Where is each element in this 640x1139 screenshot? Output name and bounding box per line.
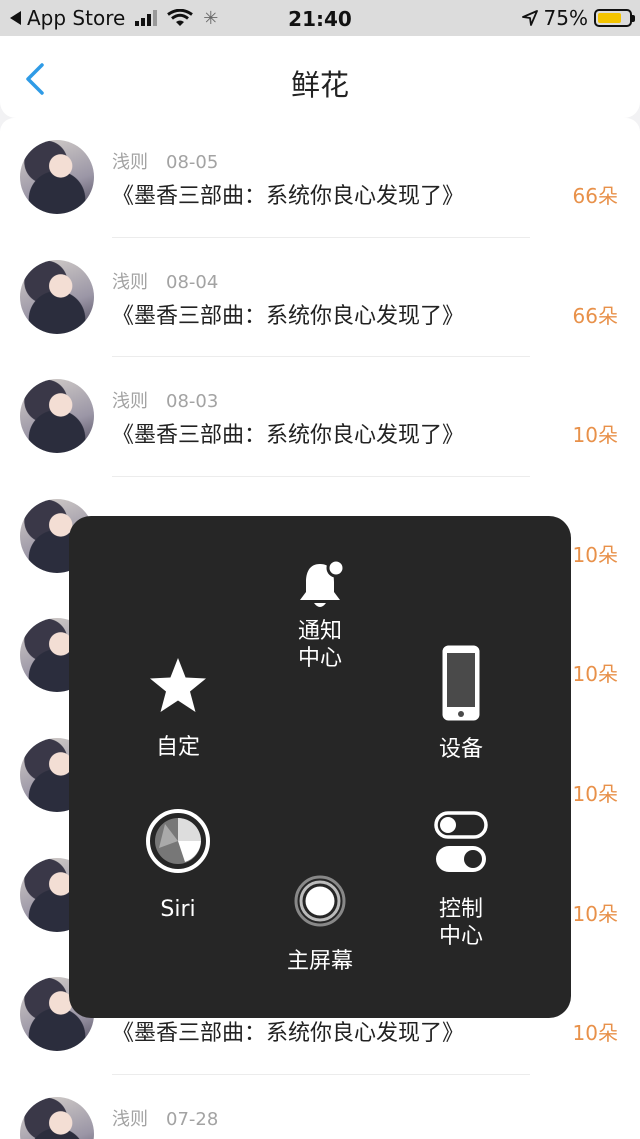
item-user: 浅则 — [112, 152, 148, 173]
item-amount: 66朵 — [572, 303, 618, 328]
siri-icon — [146, 809, 210, 873]
battery-level-fill — [598, 13, 621, 23]
siri-button[interactable]: Siri — [123, 808, 233, 923]
status-bar: App Store ✳ 21:40 75% — [0, 0, 640, 36]
item-title: 《墨香三部曲：系统你良心发现了》 — [112, 303, 465, 329]
avatar[interactable] — [20, 140, 94, 214]
list-item[interactable]: 浅则 08-05 《墨香三部曲：系统你良心发现了》 66朵 — [0, 118, 640, 238]
item-meta: 浅则 08-03 — [112, 387, 218, 413]
star-icon — [150, 658, 206, 712]
battery-percent: 75% — [543, 6, 588, 30]
notification-center-button[interactable]: 通知 中心 — [265, 556, 375, 672]
item-amount: 10朵 — [572, 1021, 618, 1046]
item-title: 《墨香三部曲：系统你良心发现了》 — [112, 423, 465, 449]
phone-device-icon — [442, 645, 480, 721]
item-user: 浅则 — [112, 1108, 148, 1130]
home-button[interactable]: 主屏幕 — [265, 874, 375, 975]
notification-center-label: 通知 中心 — [297, 619, 342, 671]
item-amount: 10朵 — [572, 662, 618, 687]
avatar[interactable] — [20, 259, 94, 334]
assistive-touch-menu: 通知 中心 自定 设备 Siri 控制 中心 主屏幕 — [69, 516, 571, 1018]
item-date: 07-28 — [166, 1108, 219, 1130]
siri-label: Siri — [160, 897, 196, 922]
device-button[interactable]: 设备 — [406, 644, 516, 763]
device-label: 设备 — [438, 737, 483, 762]
item-title: 《墨香三部曲：系统你良心发现了》 — [112, 1021, 465, 1047]
item-date: 08-03 — [166, 391, 219, 413]
item-meta: 浅则 08-05 — [112, 148, 218, 174]
item-amount: 10朵 — [572, 901, 618, 926]
item-user: 浅则 — [112, 271, 148, 293]
list-item[interactable]: 浅则 08-04 《墨香三部曲：系统你良心发现了》 66朵 — [0, 238, 640, 358]
item-title: 《墨香三部曲：系统你良心发现了》 — [112, 184, 465, 209]
bell-icon — [300, 558, 346, 607]
battery-icon — [594, 9, 635, 27]
item-amount: 10朵 — [572, 542, 618, 567]
item-amount: 10朵 — [572, 423, 618, 448]
nav-bar: 鲜花 — [0, 36, 640, 118]
list-item[interactable]: 浅则 08-03 《墨香三部曲：系统你良心发现了》 10朵 — [0, 357, 640, 477]
item-meta: 浅则 07-28 — [112, 1105, 218, 1131]
control-center-label: 控制 中心 — [438, 897, 483, 949]
item-user: 浅则 — [112, 391, 148, 413]
item-amount: 66朵 — [572, 184, 618, 208]
avatar[interactable] — [20, 1096, 94, 1139]
avatar[interactable] — [20, 379, 94, 454]
toggle-switches-icon — [434, 811, 488, 872]
status-right: 75% — [521, 6, 635, 30]
item-date: 08-05 — [166, 152, 219, 173]
home-circle-icon — [294, 875, 346, 927]
item-date: 08-04 — [166, 271, 219, 293]
custom-label: 自定 — [155, 735, 200, 760]
home-label: 主屏幕 — [286, 949, 353, 974]
item-meta: 浅则 08-04 — [112, 268, 218, 294]
page-title: 鲜花 — [290, 68, 349, 102]
list-item[interactable]: 浅则 07-28 — [0, 1075, 640, 1139]
item-amount: 10朵 — [572, 781, 618, 806]
location-arrow-icon — [521, 10, 538, 26]
control-center-button[interactable]: 控制 中心 — [406, 810, 516, 950]
custom-button[interactable]: 自定 — [123, 656, 233, 761]
